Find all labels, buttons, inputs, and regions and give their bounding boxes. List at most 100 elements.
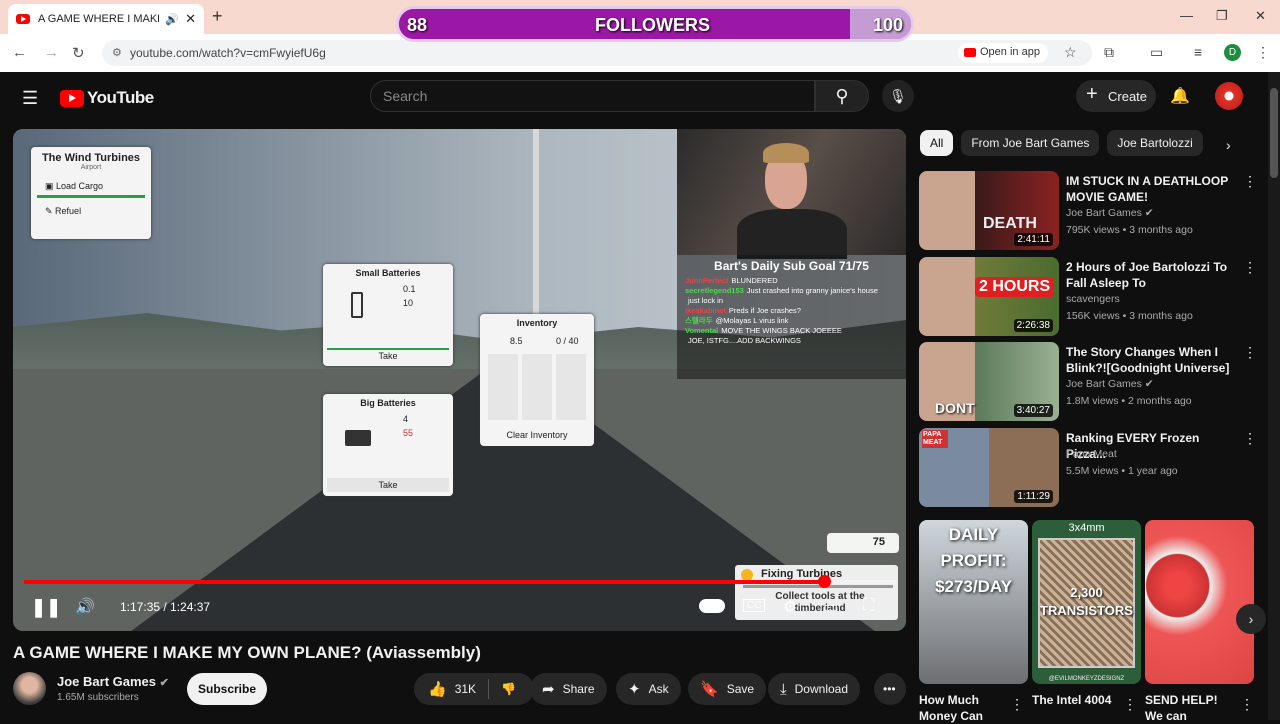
short-title[interactable]: How Much Money Can <box>919 692 1009 724</box>
autoplay-toggle[interactable] <box>699 599 725 613</box>
volume-button[interactable]: 🔊 <box>75 597 95 617</box>
short-thumbnail-text: 2,300 TRANSISTORS <box>1040 585 1133 618</box>
minimize-button[interactable]: — <box>1180 8 1193 23</box>
cargo-icon: ▣ <box>45 181 57 191</box>
more-vertical-icon[interactable]: ⋮ <box>1243 430 1257 447</box>
clear-inventory-button[interactable]: Clear Inventory <box>484 430 590 440</box>
menu-icon[interactable]: ☰ <box>22 88 38 109</box>
inventory-title: Inventory <box>516 318 558 328</box>
more-vertical-icon[interactable]: ⋮ <box>1243 344 1257 361</box>
big-take-button[interactable]: Take <box>327 478 449 492</box>
battery-icon <box>351 292 363 318</box>
pause-button[interactable]: ❚❚ <box>31 597 61 618</box>
recommendation-item[interactable]: PAPA MEAT 1:11:29 Ranking EVERY Frozen Pi… <box>919 428 1259 508</box>
short-title[interactable]: SEND HELP! We can <box>1145 692 1235 724</box>
back-icon[interactable]: ← <box>12 44 27 61</box>
recommendation-title[interactable]: IM STUCK IN A DEATHLOOP MOVIE GAME! <box>1066 173 1236 205</box>
speaker-icon[interactable]: 🔊 <box>165 13 179 26</box>
open-in-app-button[interactable]: Open in app <box>958 43 1048 63</box>
chat-message: ikeakabinet Preds if Joe crashes? <box>685 306 898 316</box>
chip-all[interactable]: All <box>920 130 954 156</box>
search-input[interactable]: Search <box>370 80 815 112</box>
bookmark-star-icon[interactable]: ☆ <box>1064 44 1077 61</box>
recommendation-thumbnail[interactable]: DEATH 2:41:11 <box>919 171 1059 250</box>
media-control-icon[interactable]: ≡ <box>1194 44 1202 60</box>
more-vertical-icon[interactable]: ⋮ <box>1243 173 1257 190</box>
channel-name-text: Joe Bart Games <box>57 674 156 689</box>
refuel-icon: ✎ <box>45 206 56 216</box>
recommendation-channel-name: Joe Bart Games <box>1066 207 1142 219</box>
more-vertical-icon[interactable]: ⋮ <box>1010 696 1024 713</box>
new-tab-button[interactable]: + <box>212 6 223 27</box>
restore-button[interactable]: ❐ <box>1216 8 1228 24</box>
settings-gear-icon[interactable]: ⚙ <box>783 597 797 617</box>
url-field[interactable]: ⚙ youtube.com/watch?v=cmFwyiefU6g <box>102 40 1092 66</box>
recommendation-item[interactable]: DONT 3:40:27 The Story Changes When I Bli… <box>919 342 1259 422</box>
create-button[interactable]: Create <box>1076 80 1156 112</box>
share-button[interactable]: ➦ Share <box>530 673 607 705</box>
recommendation-title[interactable]: 2 Hours of Joe Bartolozzi To Fall Asleep… <box>1066 259 1236 291</box>
subscribe-button[interactable]: Subscribe <box>187 673 267 705</box>
thumbnail-text: DONT <box>935 400 975 416</box>
more-vertical-icon[interactable]: ⋮ <box>1243 259 1257 276</box>
dislike-button[interactable]: 👎 <box>489 682 528 696</box>
cast-icon[interactable]: ▭ <box>1150 44 1163 61</box>
browser-menu-icon[interactable]: ⋮ <box>1256 44 1270 61</box>
like-button[interactable]: 👍 31K <box>414 679 490 699</box>
refuel-button[interactable]: ✎ Refuel <box>37 204 145 217</box>
ask-button[interactable]: ✦ Ask <box>616 673 681 705</box>
quest-progress <box>743 585 893 588</box>
shorts-next-button[interactable]: › <box>1236 604 1266 634</box>
search-button[interactable]: ⚲ <box>815 80 869 112</box>
browser-tab[interactable]: A GAME WHERE I MAKE MY 🔊 ✕ <box>8 4 204 34</box>
reload-icon[interactable]: ↻ <box>72 44 85 62</box>
video-progress-bar[interactable] <box>24 575 896 588</box>
video-player[interactable]: The Wind Turbines Airport ▣ Load Cargo ✎… <box>13 129 906 631</box>
verified-icon: ✔ <box>1144 207 1154 219</box>
recommendation-title[interactable]: The Story Changes When I Blink?![Goodnig… <box>1066 344 1236 376</box>
forward-icon[interactable]: → <box>44 44 59 61</box>
page-scrollbar[interactable] <box>1268 72 1280 720</box>
small-take-button[interactable]: Take <box>327 348 449 362</box>
chevron-right-icon[interactable]: › <box>1226 137 1231 153</box>
short-thumbnail[interactable] <box>1145 520 1254 684</box>
fullscreen-icon[interactable]: ⛶ <box>863 597 874 615</box>
url-text: youtube.com/watch?v=cmFwyiefU6g <box>130 46 326 60</box>
recommendation-thumbnail[interactable]: DONT 3:40:27 <box>919 342 1059 421</box>
ask-label: Ask <box>648 682 669 696</box>
more-vertical-icon[interactable]: ⋮ <box>1240 696 1254 713</box>
account-avatar[interactable] <box>1215 82 1243 110</box>
short-thumbnail[interactable]: 3x4mm 2,300 TRANSISTORS @EVILMONKEYZDESI… <box>1032 520 1141 684</box>
theater-mode-icon[interactable]: ▭ <box>823 597 838 617</box>
channel-avatar[interactable] <box>13 672 46 705</box>
mic-icon: 🎙 <box>889 88 907 104</box>
recommendation-item[interactable]: 2 HOURS 2:26:38 2 Hours of Joe Bartolozzi… <box>919 257 1259 337</box>
video-scrubber-knob[interactable] <box>817 575 831 588</box>
recommendation-channel: Papa Meat <box>1066 448 1117 460</box>
load-cargo-button[interactable]: ▣ Load Cargo <box>37 177 145 198</box>
recommendation-item[interactable]: DEATH 2:41:11 IM STUCK IN A DEATHLOOP MOV… <box>919 171 1259 251</box>
youtube-logo[interactable]: YouTube <box>60 88 154 108</box>
chip-joe-bartolozzi[interactable]: Joe Bartolozzi <box>1107 130 1203 156</box>
channel-name[interactable]: Joe Bart Games ✔ <box>57 674 169 689</box>
notifications-bell-icon[interactable]: 🔔 <box>1170 86 1190 106</box>
short-title[interactable]: The Intel 4004 <box>1032 692 1122 708</box>
save-button[interactable]: 🔖 Save <box>688 673 767 705</box>
recommendation-thumbnail[interactable]: PAPA MEAT 1:11:29 <box>919 428 1059 507</box>
tab-close-button[interactable]: ✕ <box>185 11 196 27</box>
more-vertical-icon[interactable]: ⋮ <box>1123 696 1137 713</box>
recommendation-thumbnail[interactable]: 2 HOURS 2:26:38 <box>919 257 1059 336</box>
window-close-button[interactable]: ✕ <box>1255 8 1266 24</box>
chat-text: MOVE THE WINGS BACK JOEEEE <box>721 326 842 335</box>
voice-search-button[interactable]: 🎙 <box>882 80 914 112</box>
chip-from-channel[interactable]: From Joe Bart Games <box>961 130 1100 156</box>
download-button[interactable]: ⤓ Download <box>768 673 861 705</box>
more-actions-button[interactable]: ••• <box>874 673 906 705</box>
scrollbar-thumb[interactable] <box>1270 88 1278 178</box>
site-info-icon[interactable]: ⚙ <box>112 46 122 59</box>
extensions-icon[interactable]: ⧉ <box>1104 44 1114 61</box>
big-batteries-weight: 4 <box>403 414 409 424</box>
short-thumbnail[interactable]: DAILY PROFIT: $273/DAY <box>919 520 1028 684</box>
browser-profile-avatar[interactable]: D <box>1224 44 1241 61</box>
captions-icon[interactable]: CC <box>743 599 766 612</box>
